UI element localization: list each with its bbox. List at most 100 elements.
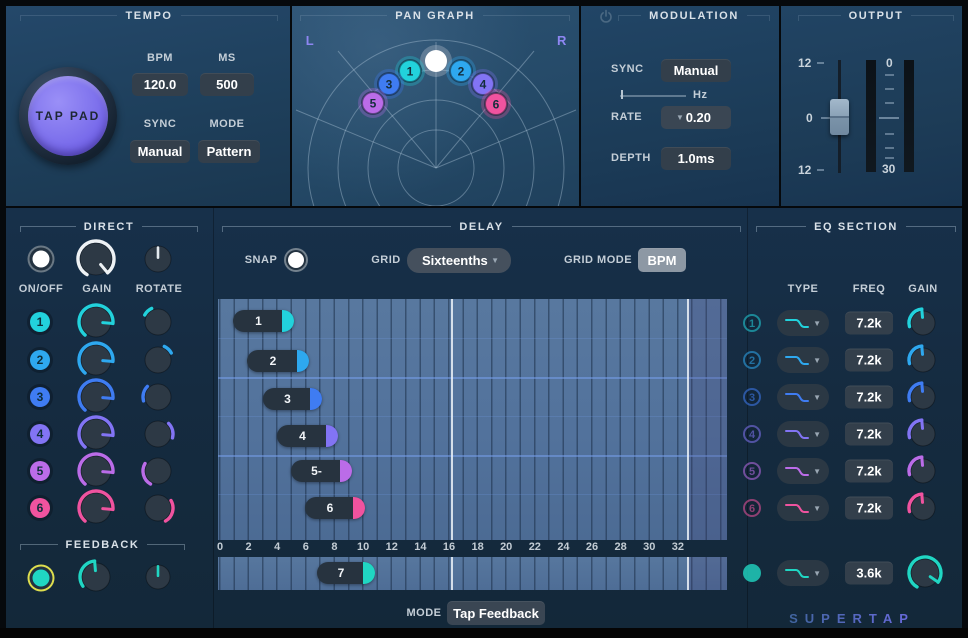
tempo-mode-selector[interactable]: Pattern xyxy=(198,140,260,163)
tap-tip[interactable] xyxy=(297,350,309,372)
eq-band-2-indicator[interactable]: 2 xyxy=(743,351,761,369)
grid-mode-value: BPM xyxy=(647,252,677,268)
eq-band-5-gain-knob[interactable] xyxy=(905,453,941,489)
delay-tap-2[interactable]: 2 xyxy=(247,350,309,372)
direct-tap-3-rotate-knob[interactable] xyxy=(139,378,177,416)
fader-scale-top: 12 xyxy=(798,56,812,70)
ms-value-field[interactable]: 500 xyxy=(200,73,254,96)
feedback-gain-knob[interactable] xyxy=(76,557,116,597)
axis-tick-6: 6 xyxy=(302,541,309,553)
delay-tap-5-[interactable]: 5- xyxy=(291,460,352,482)
eq-band-1-type-dropdown[interactable]: ▼ xyxy=(777,310,829,336)
mod-sync-selector[interactable]: Manual xyxy=(661,59,731,82)
axis-tick-8: 8 xyxy=(331,541,338,553)
eq-band-6-indicator[interactable]: 6 xyxy=(743,499,761,517)
pan-taps-group: 1 2 3 4 5 6 xyxy=(358,45,511,119)
direct-tap-2-onoff[interactable]: 2 xyxy=(30,350,50,370)
direct-tap-2-rotate-knob[interactable] xyxy=(139,341,177,379)
eq-band-5-type-dropdown[interactable]: ▼ xyxy=(777,458,829,484)
pan-center-marker[interactable] xyxy=(425,50,447,72)
axis-tick-20: 20 xyxy=(500,541,513,553)
delay-tap-4[interactable]: 4 xyxy=(277,425,338,447)
feedback-rotate-knob[interactable] xyxy=(140,559,176,595)
eq-band-4-type-dropdown[interactable]: ▼ xyxy=(777,421,829,447)
eq-band-2-freq-field[interactable]: 7.2k xyxy=(845,348,893,372)
feedback-eq-indicator[interactable] xyxy=(743,564,761,582)
direct-tap-5-onoff[interactable]: 5 xyxy=(30,461,50,481)
feedback-tap-lane[interactable]: 7 xyxy=(218,557,727,590)
eq-band-5-indicator[interactable]: 5 xyxy=(743,462,761,480)
direct-tap-6-rotate-knob[interactable] xyxy=(139,489,177,527)
footer-mode-selector[interactable]: Tap Feedback xyxy=(447,601,545,625)
eq-band-1-gain-knob[interactable] xyxy=(905,305,941,341)
direct-tap-4-gain-knob[interactable] xyxy=(75,413,117,455)
delay-tap-3[interactable]: 3 xyxy=(263,388,322,410)
direct-tap-6-gain-knob[interactable] xyxy=(75,487,117,529)
direct-tap-5-rotate-knob[interactable] xyxy=(139,452,177,490)
feedback-eq-freq-field[interactable]: 3.6k xyxy=(845,561,893,585)
tap-tip[interactable] xyxy=(340,460,352,482)
tap-label: 4 xyxy=(299,429,306,443)
eq-band-4-gain-knob[interactable] xyxy=(905,416,941,452)
direct-tap-1-rotate-knob[interactable] xyxy=(139,303,177,341)
feedback-eq-gain-knob[interactable] xyxy=(905,553,945,593)
axis-tick-28: 28 xyxy=(614,541,627,553)
delay-tap-6[interactable]: 6 xyxy=(305,497,365,519)
delay-tap-7[interactable]: 7 xyxy=(317,562,375,584)
panel-divider xyxy=(213,208,214,628)
depth-value-field[interactable]: 1.0ms xyxy=(661,147,731,170)
eq-band-6-gain-knob[interactable] xyxy=(905,490,941,526)
eq-band-4-indicator[interactable]: 4 xyxy=(743,425,761,443)
direct-tap-3-gain-knob[interactable] xyxy=(75,376,117,418)
tap-tip[interactable] xyxy=(282,310,294,332)
tap-label: 3 xyxy=(284,392,291,406)
bpm-value: 120.0 xyxy=(143,77,177,92)
tap-label: 7 xyxy=(337,566,345,580)
pan-tap-number: 2 xyxy=(458,65,465,79)
eq-band-1-freq-field[interactable]: 7.2k xyxy=(845,311,893,335)
feedback-onoff-toggle[interactable] xyxy=(32,569,50,587)
bpm-value-field[interactable]: 120.0 xyxy=(132,73,188,96)
tempo-sync-selector[interactable]: Manual xyxy=(130,140,190,163)
direct-tap-5-gain-knob[interactable] xyxy=(75,450,117,492)
eq-band-5-freq-field[interactable]: 7.2k xyxy=(845,459,893,483)
mod-rate-slider[interactable] xyxy=(620,95,686,97)
tap-tip[interactable] xyxy=(363,562,375,584)
direct-tap-1-gain-knob[interactable] xyxy=(75,301,117,343)
eq-band-6-freq-field[interactable]: 7.2k xyxy=(845,496,893,520)
tempo-mode-value: Pattern xyxy=(206,144,252,159)
tap-tip[interactable] xyxy=(353,497,365,519)
snap-toggle[interactable] xyxy=(288,252,304,268)
direct-master-rotate-knob[interactable] xyxy=(139,240,177,278)
bottom-frame xyxy=(0,628,968,638)
direct-tap-1-onoff[interactable]: 1 xyxy=(30,312,50,332)
direct-tap-3-onoff[interactable]: 3 xyxy=(30,387,50,407)
direct-tap-4-rotate-knob[interactable] xyxy=(139,415,177,453)
eq-band-2-gain-knob[interactable] xyxy=(905,342,941,378)
eq-band-6-type-dropdown[interactable]: ▼ xyxy=(777,495,829,521)
delay-tap-1[interactable]: 1 xyxy=(233,310,294,332)
direct-tap-4-onoff[interactable]: 4 xyxy=(30,424,50,444)
rate-dropdown[interactable]: ▼ 0.20 xyxy=(661,106,731,129)
eq-band-1-indicator[interactable]: 1 xyxy=(743,314,761,332)
eq-band-3-freq-field[interactable]: 7.2k xyxy=(845,385,893,409)
eq-band-3-type-dropdown[interactable]: ▼ xyxy=(777,384,829,410)
direct-tap-6-onoff[interactable]: 6 xyxy=(30,498,50,518)
output-fader-handle[interactable] xyxy=(830,99,849,135)
modulation-power-icon[interactable] xyxy=(598,9,614,25)
eq-band-4-freq-field[interactable]: 7.2k xyxy=(845,422,893,446)
feedback-eq-type-dropdown[interactable]: ▼ xyxy=(777,560,829,586)
eq-band-3-gain-knob[interactable] xyxy=(905,379,941,415)
tap-pad-button[interactable]: TAP PAD xyxy=(19,67,117,165)
eq-band-3-indicator[interactable]: 3 xyxy=(743,388,761,406)
grid-dropdown[interactable]: Sixteenths ▼ xyxy=(407,248,511,273)
grid-mode-button[interactable]: BPM xyxy=(638,248,686,272)
eq-band-2-type-dropdown[interactable]: ▼ xyxy=(777,347,829,373)
delay-tap-grid[interactable]: 1 2 3 4 5- 6 xyxy=(218,299,727,540)
tap-tip[interactable] xyxy=(326,425,338,447)
direct-master-gain-knob[interactable] xyxy=(74,237,118,281)
direct-tap-2-gain-knob[interactable] xyxy=(75,339,117,381)
direct-master-onoff-toggle[interactable] xyxy=(32,250,50,268)
tap-tip[interactable] xyxy=(310,388,322,410)
mod-rate-slider-handle[interactable] xyxy=(621,90,623,99)
